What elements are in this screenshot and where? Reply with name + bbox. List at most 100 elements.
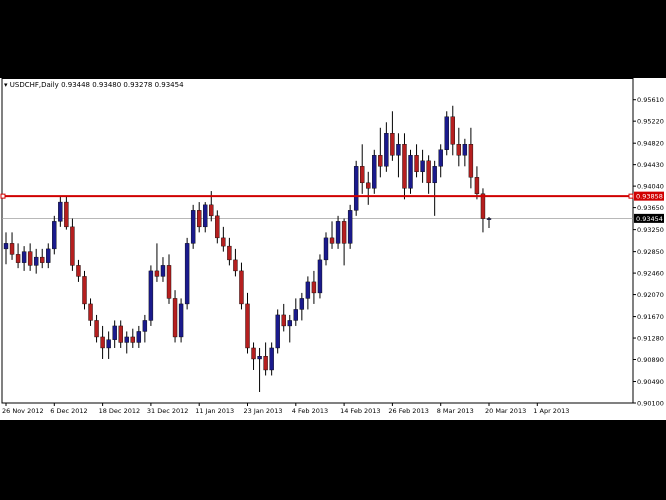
bear-candle bbox=[468, 144, 474, 178]
bear-candle bbox=[70, 226, 75, 266]
y-tick-label: 0.94820 bbox=[637, 140, 664, 148]
bear-candle bbox=[378, 155, 383, 167]
bear-candle bbox=[450, 116, 455, 145]
bull-candle bbox=[3, 243, 9, 250]
bull-candle bbox=[257, 356, 262, 360]
x-tick-label: 20 Mar 2013 bbox=[485, 407, 526, 415]
y-tick-label: 0.90890 bbox=[637, 356, 664, 364]
x-tick-label: 26 Nov 2012 bbox=[2, 407, 44, 415]
y-tick-label: 0.92070 bbox=[637, 291, 664, 299]
bull-candle bbox=[275, 314, 280, 349]
bear-candle bbox=[239, 270, 244, 305]
bear-candle bbox=[27, 251, 33, 266]
resistance-line-handle bbox=[0, 193, 6, 199]
chart-window: 0.95610 0.95220 0.94820 0.94430 0.94040 0.936… bbox=[0, 78, 666, 420]
bear-candle bbox=[233, 259, 238, 272]
bull-candle bbox=[21, 251, 27, 263]
bear-candle bbox=[118, 325, 123, 343]
resistance-price-label: 0.93858 bbox=[636, 193, 663, 201]
bear-candle bbox=[64, 201, 69, 228]
bear-candle bbox=[94, 320, 99, 338]
bull-candle bbox=[124, 336, 129, 343]
x-tick-label: 23 Jan 2013 bbox=[244, 407, 283, 415]
bear-candle bbox=[88, 303, 93, 321]
y-tick-label: 0.90490 bbox=[637, 378, 664, 386]
bear-candle bbox=[341, 221, 347, 244]
y-tick-label: 0.95220 bbox=[637, 118, 664, 126]
x-tick-label: 8 Mar 2013 bbox=[437, 407, 474, 415]
y-tick-label: 0.93250 bbox=[637, 226, 664, 234]
bear-candle bbox=[154, 270, 160, 277]
bear-candle bbox=[221, 237, 226, 247]
y-tick-label: 0.91670 bbox=[637, 313, 664, 321]
bull-candle bbox=[142, 320, 148, 332]
bull-candle bbox=[353, 166, 359, 211]
bear-candle bbox=[474, 177, 480, 195]
ohlc-values: 0.93448 0.93480 0.93278 0.93454 bbox=[61, 81, 184, 89]
bear-candle bbox=[251, 347, 256, 360]
bear-candle bbox=[245, 303, 250, 349]
bear-candle bbox=[456, 144, 462, 156]
y-tick-label: 0.92850 bbox=[637, 248, 664, 256]
bear-candle bbox=[196, 210, 202, 228]
bull-candle bbox=[396, 144, 401, 156]
bull-candle bbox=[299, 298, 305, 310]
bull-candle bbox=[112, 325, 117, 340]
bull-candle bbox=[106, 339, 111, 349]
bull-candle bbox=[438, 149, 443, 167]
bull-candle bbox=[408, 155, 413, 189]
bull-candle bbox=[444, 116, 449, 150]
symbol-name: USDCHF,Daily bbox=[9, 81, 59, 89]
bull-candle bbox=[136, 331, 142, 343]
bear-candle bbox=[9, 243, 15, 255]
symbol-header: ▾ USDCHF,Daily 0.93448 0.93480 0.93278 0… bbox=[4, 81, 184, 89]
x-tick-label: 4 Feb 2013 bbox=[292, 407, 328, 415]
bull-candle bbox=[148, 270, 154, 321]
y-tick-label: 0.90100 bbox=[637, 400, 664, 408]
y-tick-label: 0.92460 bbox=[637, 270, 664, 278]
bull-candle bbox=[46, 248, 51, 263]
bear-candle bbox=[215, 215, 220, 239]
bear-candle bbox=[390, 133, 395, 156]
bear-candle bbox=[426, 160, 431, 184]
resistance-line-handle bbox=[628, 193, 634, 199]
bull-candle bbox=[372, 155, 377, 189]
bear-candle bbox=[100, 336, 105, 349]
bull-candle bbox=[269, 347, 274, 371]
bear-candle bbox=[480, 193, 486, 219]
bull-candle bbox=[305, 281, 311, 299]
bull-candle bbox=[432, 166, 437, 184]
y-tick-label: 0.91280 bbox=[637, 335, 664, 343]
bull-candle bbox=[178, 303, 184, 338]
bull-candle bbox=[384, 133, 389, 167]
bear-candle bbox=[227, 245, 232, 261]
current-price-label: 0.93454 bbox=[636, 215, 663, 223]
bear-candle bbox=[166, 265, 172, 299]
bear-candle bbox=[366, 182, 371, 189]
bull-candle bbox=[323, 237, 329, 261]
bear-candle bbox=[281, 314, 286, 327]
y-tick-label: 0.93650 bbox=[637, 204, 664, 212]
bear-candle bbox=[414, 155, 419, 173]
bull-candle bbox=[486, 218, 492, 220]
bull-candle bbox=[58, 201, 63, 222]
bear-candle bbox=[263, 356, 268, 371]
bull-candle bbox=[203, 204, 208, 228]
bear-candle bbox=[360, 166, 365, 184]
bear-candle bbox=[15, 254, 21, 263]
candlestick-chart[interactable]: 0.95610 0.95220 0.94820 0.94430 0.94040 0.936… bbox=[0, 78, 666, 420]
y-tick-label: 0.94040 bbox=[637, 183, 664, 191]
bear-candle bbox=[130, 336, 135, 343]
bear-candle bbox=[82, 276, 87, 305]
bull-candle bbox=[293, 309, 298, 321]
dropdown-triangle-icon[interactable]: ▾ bbox=[4, 81, 8, 89]
bull-candle bbox=[33, 256, 39, 266]
y-tick-label: 0.94430 bbox=[637, 161, 664, 169]
x-tick-label: 18 Dec 2012 bbox=[99, 407, 141, 415]
bull-candle bbox=[52, 221, 57, 250]
x-tick-label: 14 Feb 2013 bbox=[340, 407, 380, 415]
bear-candle bbox=[172, 298, 178, 338]
bull-candle bbox=[190, 210, 196, 244]
bear-candle bbox=[209, 204, 214, 217]
bear-candle bbox=[76, 265, 81, 277]
